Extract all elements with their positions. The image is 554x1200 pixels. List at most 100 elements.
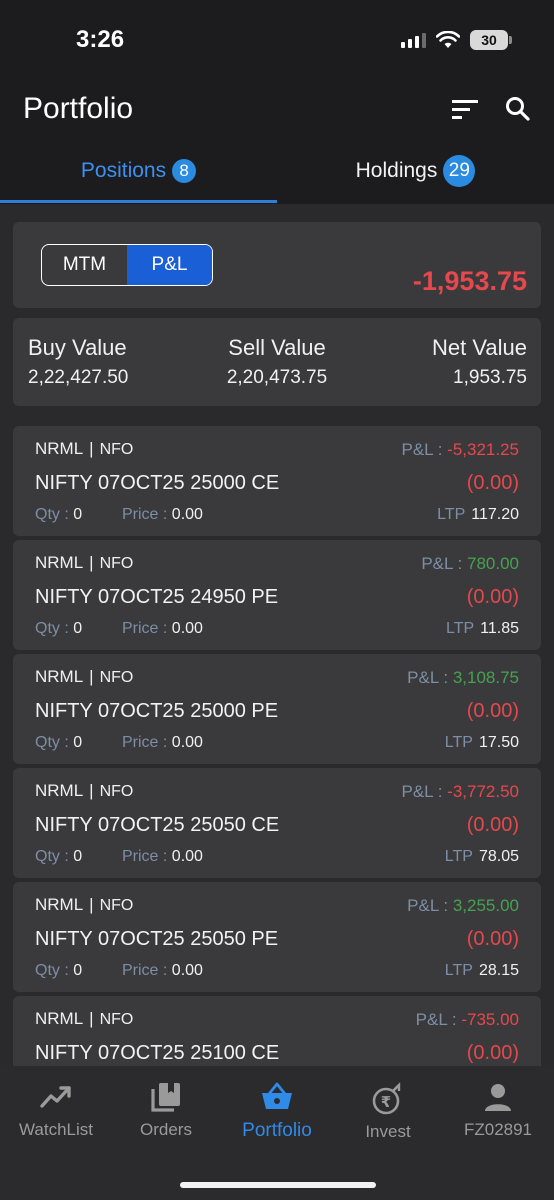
sort-filter-icon[interactable] [450,97,480,121]
position-product-exchange: NRML | NFO [35,781,133,801]
positions-content[interactable]: MTM P&L -1,953.75 Buy Value 2,22,427.50 … [0,204,554,1066]
holdings-count-badge: 29 [443,155,476,187]
basket-icon [262,1082,292,1109]
position-card[interactable]: NRML | NFO P&L : -5,321.25 NIFTY 07OCT25 250… [13,426,541,536]
position-exchange: NFO [99,897,134,914]
ltp-value: 78.05 [478,848,519,865]
tab-positions[interactable]: Positions 8 [0,140,277,202]
pnl-label: P&L : [407,896,453,915]
ltp-label: LTP [445,620,475,637]
position-card[interactable]: NRML | NFO P&L : 3,108.75 NIFTY 07OCT25 2500… [13,654,541,764]
total-pnl-value: -1,953.75 [412,266,527,296]
qty-label: Qty : [35,734,74,751]
position-instrument: NIFTY 07OCT25 24950 PE [35,586,279,608]
position-ltp: LTP 28.15 [445,962,519,980]
position-instrument: NIFTY 07OCT25 25100 CE [35,1042,280,1064]
page-title: Portfolio [23,92,134,125]
nav-portfolio-label: Portfolio [242,1120,312,1141]
nav-account-label: FZ02891 [463,1120,533,1139]
wifi-icon [436,31,460,49]
cellular-signal-icon [401,32,426,48]
nav-invest[interactable]: ₹ Invest [333,1082,443,1142]
position-card[interactable]: NRML | NFO P&L : -735.00 NIFTY 07OCT25 25100… [13,996,541,1066]
ltp-value: 11.85 [480,620,519,637]
separator: | [89,895,94,914]
positions-count-badge: 8 [172,159,197,183]
separator: | [89,667,94,686]
price-label: Price : [122,962,172,979]
position-price: Price : 0.00 [122,734,203,752]
position-product-exchange: NRML | NFO [35,667,133,687]
position-qty: Qty : 0 [35,734,82,752]
toggle-pnl[interactable]: P&L [127,245,212,285]
active-tab-indicator [0,200,277,203]
nav-watchlist-label: WatchList [18,1120,93,1139]
mtm-pnl-toggle[interactable]: MTM P&L [41,244,213,286]
net-value-label: Net Value [432,335,527,360]
toggle-mtm[interactable]: MTM [42,245,127,285]
position-instrument: NIFTY 07OCT25 25000 CE [35,472,280,494]
pnl-label: P&L : [407,668,453,687]
portfolio-tabs: Positions 8 Holdings 29 [0,140,554,204]
separator: | [89,1009,94,1028]
position-change: (0.00) [466,586,519,608]
price-label: Price : [122,506,172,523]
position-change: (0.00) [466,1042,519,1064]
position-pnl: P&L : 3,108.75 [407,668,519,688]
tab-holdings[interactable]: Holdings 29 [277,140,554,202]
position-card[interactable]: NRML | NFO P&L : 780.00 NIFTY 07OCT25 24950 … [13,540,541,650]
nav-portfolio[interactable]: Portfolio [222,1080,332,1142]
position-price: Price : 0.00 [122,848,203,866]
pnl-value: 3,108.75 [452,668,519,687]
position-product-exchange: NRML | NFO [35,553,133,573]
net-value: Net Value 1,953.75 [432,335,527,389]
nav-account[interactable]: FZ02891 [443,1080,553,1140]
position-ltp: LTP 117.20 [437,506,519,524]
position-ltp: LTP 17.50 [445,734,519,752]
position-price: Price : 0.00 [122,962,203,980]
battery-icon: 30 [470,30,512,50]
ltp-label: LTP [437,506,466,523]
price-label: Price : [122,620,172,637]
orders-icon [151,1083,180,1112]
pnl-label: P&L : [401,782,448,801]
tab-positions-label: Positions [80,159,167,182]
nav-orders-label: Orders [140,1120,192,1139]
pnl-label: P&L : [401,440,448,459]
ltp-value: 17.50 [478,734,519,751]
position-pnl: P&L : -735.00 [416,1010,519,1030]
pnl-value: -5,321.25 [447,440,519,459]
position-pnl: P&L : 780.00 [421,554,519,574]
separator: | [89,781,94,800]
rupee-invest-icon: ₹ [372,1082,401,1115]
qty-value: 0 [73,848,83,865]
position-card[interactable]: NRML | NFO P&L : -3,772.50 NIFTY 07OCT25 250… [13,768,541,878]
search-icon[interactable] [504,95,532,123]
price-value: 0.00 [171,506,203,523]
status-bar: 3:26 30 [0,0,554,80]
qty-value: 0 [73,734,83,751]
position-change: (0.00) [466,700,519,722]
home-indicator [180,1182,376,1188]
nav-watchlist[interactable]: WatchList [1,1080,111,1140]
price-value: 0.00 [171,734,203,751]
position-product-exchange: NRML | NFO [35,439,133,459]
position-qty: Qty : 0 [35,506,82,524]
position-exchange: NFO [99,669,134,686]
value-summary-card: Buy Value 2,22,427.50 Sell Value 2,20,47… [13,318,541,406]
position-pnl: P&L : 3,255.00 [407,896,519,916]
position-exchange: NFO [99,1011,134,1028]
pnl-value: -735.00 [461,1010,519,1029]
nav-orders[interactable]: Orders [111,1080,221,1140]
tab-holdings-label: Holdings [355,159,438,182]
status-time: 3:26 [76,26,125,53]
position-price: Price : 0.00 [122,506,203,524]
position-product: NRML [35,781,84,800]
price-value: 0.00 [171,620,203,637]
pnl-summary-card: MTM P&L -1,953.75 [13,222,541,308]
position-card[interactable]: NRML | NFO P&L : 3,255.00 NIFTY 07OCT25 2505… [13,882,541,992]
position-change: (0.00) [466,472,519,494]
ltp-label: LTP [444,848,473,865]
person-icon [485,1084,511,1111]
pnl-value: 780.00 [467,554,519,573]
